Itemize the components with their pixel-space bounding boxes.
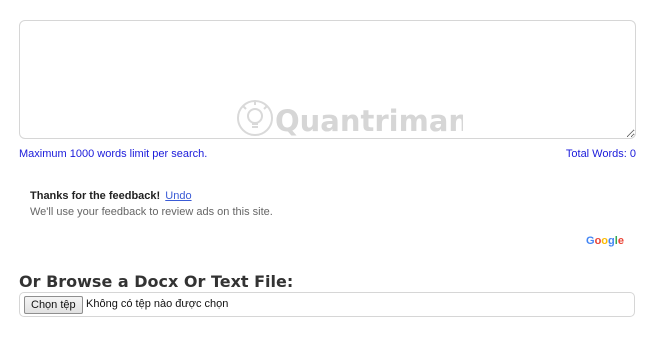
text-input[interactable] <box>19 20 636 139</box>
word-limit-note: Maximum 1000 words limit per search. <box>19 148 208 160</box>
browse-file-title: Or Browse a Docx Or Text File: <box>19 272 294 291</box>
file-upload-field: Chọn tệp Không có tệp nào được chọn <box>19 292 635 317</box>
google-logo: Google <box>586 235 624 247</box>
feedback-title-line: Thanks for the feedback! Undo <box>30 190 430 205</box>
feedback-thanks-text: Thanks for the feedback! <box>30 190 161 202</box>
word-info-row: Maximum 1000 words limit per search. Tot… <box>19 148 636 162</box>
ad-feedback-panel: Thanks for the feedback! Undo We'll use … <box>30 190 430 218</box>
text-input-area <box>19 20 636 139</box>
google-logo-letter: G <box>586 235 595 247</box>
choose-file-button[interactable]: Chọn tệp <box>24 296 83 314</box>
google-logo-letter: e <box>617 235 624 247</box>
total-words-counter: Total Words: 0 <box>565 148 636 160</box>
file-status-text: Không có tệp nào được chọn <box>86 298 229 310</box>
feedback-message: We'll use your feedback to review ads on… <box>30 206 273 218</box>
google-logo-letter: g <box>608 235 615 247</box>
undo-link[interactable]: Undo <box>165 190 191 202</box>
